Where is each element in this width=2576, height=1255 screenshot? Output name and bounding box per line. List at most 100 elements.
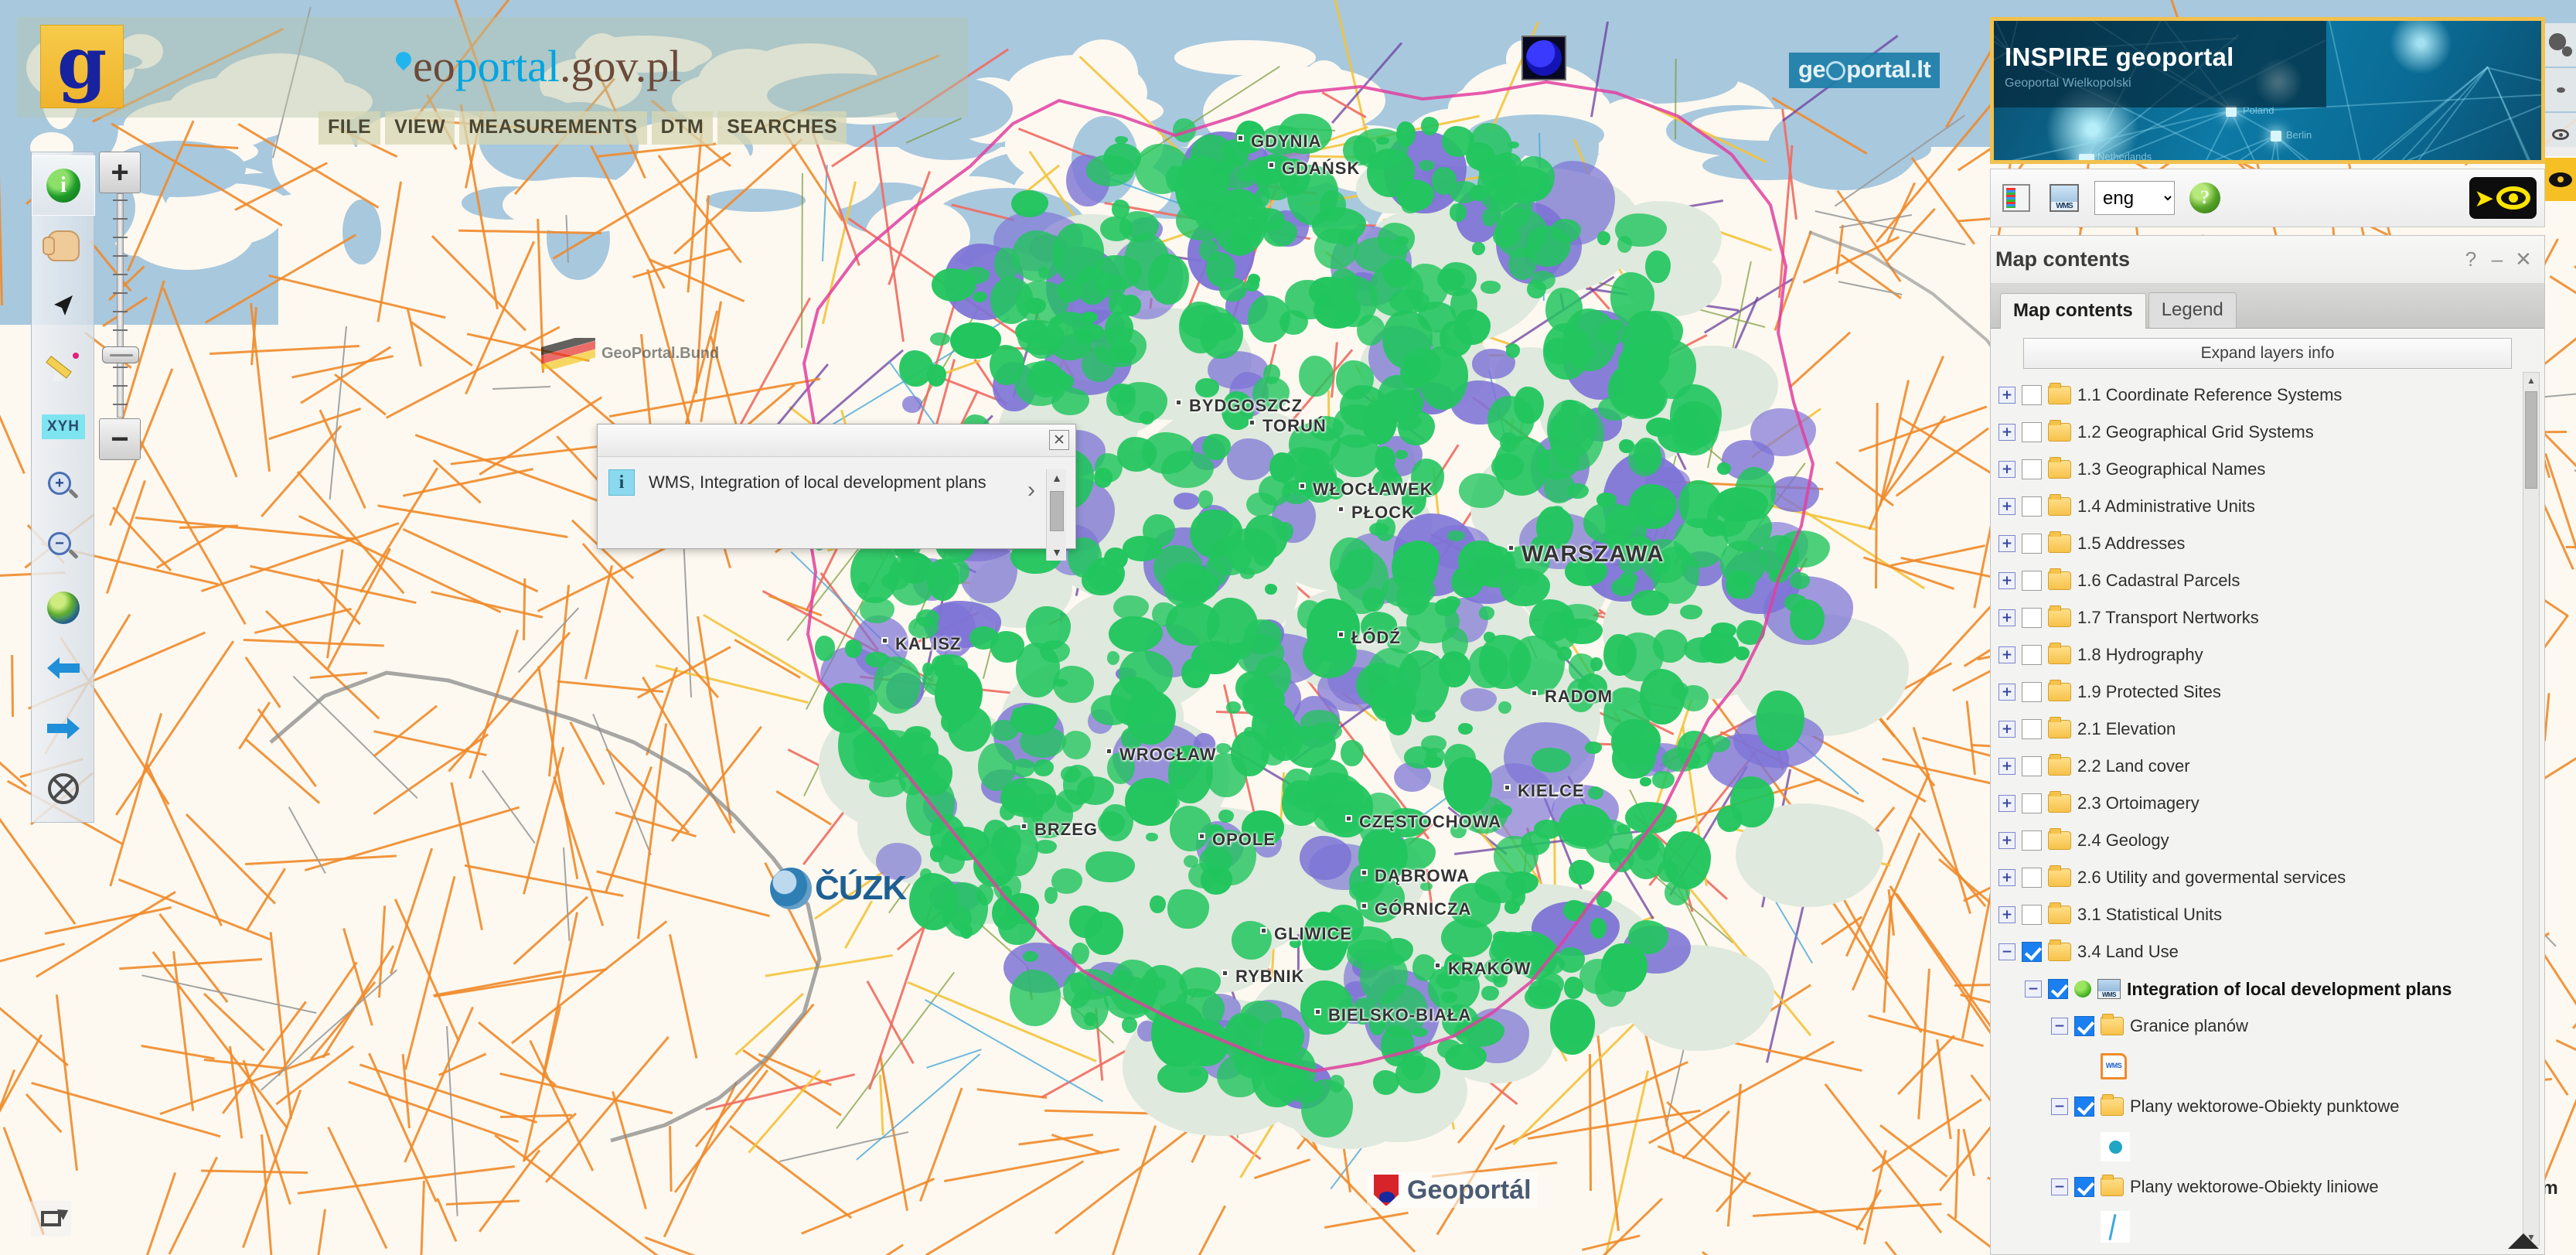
layer-checkbox[interactable]: [2048, 979, 2068, 999]
layer-checkbox[interactable]: [2022, 868, 2042, 888]
expand-icon[interactable]: +: [1998, 721, 2015, 738]
identify-info-tool[interactable]: i: [32, 155, 95, 216]
layer-row[interactable]: −Integration of local development plans: [1998, 970, 2526, 1008]
main-menu-bar[interactable]: FILEVIEWMEASUREMENTSDTMSEARCHES: [319, 111, 847, 145]
previous-extent-tool[interactable]: [32, 638, 95, 698]
layer-checkbox[interactable]: [2022, 645, 2042, 665]
layer-checkbox[interactable]: [2022, 422, 2042, 442]
overview-map-toggle[interactable]: [31, 1201, 71, 1236]
zoom-in-tool[interactable]: +: [32, 457, 95, 517]
map-tools-toolbar[interactable]: i XYH + −: [31, 152, 94, 823]
expand-icon[interactable]: +: [1998, 646, 2015, 663]
layer-checkbox[interactable]: [2074, 1177, 2094, 1197]
layer-row[interactable]: +2.3 Ortoimagery: [1998, 785, 2526, 822]
popup-titlebar[interactable]: ✕: [598, 425, 1075, 457]
scrollbar-thumb[interactable]: [2525, 391, 2537, 489]
expand-icon[interactable]: +: [1998, 387, 2015, 404]
layer-checkbox[interactable]: [2022, 682, 2042, 702]
expand-icon[interactable]: +: [1998, 461, 2015, 478]
expand-icon[interactable]: +: [1998, 795, 2015, 812]
layer-checkbox[interactable]: [2074, 1096, 2094, 1117]
layer-row[interactable]: −Plany wektorowe-Obiekty punktowe: [1998, 1088, 2526, 1125]
layer-row[interactable]: +1.7 Transport Nertworks: [1998, 599, 2526, 636]
zoom-slider[interactable]: + −: [99, 152, 145, 461]
expand-icon[interactable]: +: [1998, 498, 2015, 515]
layer-row[interactable]: +1.2 Geographical Grid Systems: [1998, 414, 2526, 451]
inspire-geoportal-banner[interactable]: Poland Berlin Netherlands INSPIRE geopor…: [1990, 17, 2545, 164]
layer-row[interactable]: +3.1 Statistical Units: [1998, 896, 2526, 933]
expand-icon[interactable]: +: [1998, 906, 2015, 923]
collapse-icon[interactable]: −: [2051, 1018, 2068, 1035]
tab-map-contents[interactable]: Map contents: [2000, 293, 2146, 329]
layer-checkbox[interactable]: [2022, 385, 2042, 405]
minimize-icon[interactable]: –: [2484, 247, 2510, 273]
layer-checkbox[interactable]: [2022, 905, 2042, 925]
settings-button[interactable]: [2545, 23, 2576, 67]
popup-scrollbar[interactable]: ▲ ▼: [1046, 469, 1066, 561]
layer-tree[interactable]: +1.1 Coordinate Reference Systems+1.2 Ge…: [1998, 377, 2526, 1243]
inspire-toolbar[interactable]: engpoldeufra ? ➤: [1990, 169, 2545, 227]
layer-checkbox[interactable]: [2022, 608, 2042, 628]
layer-row[interactable]: +2.2 Land cover: [1998, 748, 2526, 785]
layer-checkbox[interactable]: [2022, 756, 2042, 776]
tab-legend[interactable]: Legend: [2148, 292, 2237, 328]
menu-item-searches[interactable]: SEARCHES: [717, 111, 847, 145]
visibility-button[interactable]: [2545, 158, 2576, 201]
language-select[interactable]: engpoldeufra: [2094, 181, 2175, 215]
geoportal-lt-badge[interactable]: geportal.lt: [1789, 53, 1940, 88]
layer-checkbox[interactable]: [2022, 830, 2042, 851]
scrollbar-thumb[interactable]: [1050, 491, 1064, 531]
layer-row[interactable]: +1.9 Protected Sites: [1998, 674, 2526, 711]
pan-tool[interactable]: [32, 216, 95, 276]
preview-button[interactable]: [2545, 113, 2576, 156]
layer-checkbox[interactable]: [2022, 534, 2042, 554]
globe-marker-icon[interactable]: [1521, 36, 1566, 80]
layer-checkbox[interactable]: [2022, 459, 2042, 479]
collapse-icon[interactable]: −: [1998, 943, 2015, 960]
layer-row[interactable]: −3.4 Land Use: [1998, 933, 2526, 970]
layer-row[interactable]: +1.6 Cadastral Parcels: [1998, 562, 2526, 599]
help-icon[interactable]: ?: [2458, 247, 2484, 273]
clear-tool[interactable]: [32, 759, 95, 819]
expand-icon[interactable]: +: [1998, 758, 2015, 775]
expand-icon[interactable]: +: [1998, 572, 2015, 589]
layer-row[interactable]: +1.8 Hydrography: [1998, 636, 2526, 674]
draw-tool[interactable]: [32, 336, 95, 397]
close-icon[interactable]: ✕: [2510, 247, 2537, 273]
layer-tree-scrollbar[interactable]: ▲ ▼: [2523, 372, 2540, 1246]
collapse-button[interactable]: [2545, 68, 2576, 111]
menu-item-file[interactable]: FILE: [319, 111, 380, 145]
edge-toolbar[interactable]: [2545, 23, 2576, 201]
zoom-in-button[interactable]: +: [99, 152, 141, 193]
layer-row[interactable]: +1.3 Geographical Names: [1998, 451, 2526, 488]
map-contents-tabs[interactable]: Map contentsLegend: [1991, 284, 2544, 329]
zoom-slider-thumb[interactable]: [102, 346, 139, 363]
wms-info-popup[interactable]: ✕ i WMS, Integration of local developmen…: [597, 424, 1076, 549]
layer-checkbox[interactable]: [2022, 496, 2042, 517]
add-wms-button[interactable]: [2046, 180, 2082, 216]
chevron-right-icon[interactable]: ›: [1027, 477, 1035, 503]
scroll-down-icon[interactable]: ▼: [1047, 544, 1067, 561]
collapse-icon[interactable]: −: [2025, 980, 2042, 998]
eye-icon[interactable]: [2496, 186, 2530, 210]
layer-row[interactable]: +1.1 Coordinate Reference Systems: [1998, 377, 2526, 414]
menu-item-view[interactable]: VIEW: [385, 111, 455, 145]
select-tool[interactable]: [32, 276, 95, 336]
scroll-up-icon[interactable]: ▲: [2523, 373, 2539, 388]
layer-checkbox[interactable]: [2074, 1016, 2094, 1036]
zoom-out-tool[interactable]: −: [32, 517, 95, 578]
zoom-slider-track[interactable]: [117, 193, 124, 418]
layer-row[interactable]: −Granice planów: [1998, 1008, 2526, 1045]
map-contents-titlebar[interactable]: Map contents ? – ✕: [1991, 236, 2544, 284]
expand-icon[interactable]: +: [1998, 869, 2015, 886]
expand-icon[interactable]: +: [1998, 832, 2015, 849]
visibility-toggle-group[interactable]: ➤: [2469, 177, 2537, 219]
geoportal-logo[interactable]: g: [40, 25, 124, 108]
layer-checkbox[interactable]: [2022, 571, 2042, 591]
menu-item-dtm[interactable]: DTM: [652, 111, 714, 145]
expand-icon[interactable]: +: [1998, 609, 2015, 626]
full-extent-tool[interactable]: [32, 578, 95, 638]
expand-icon[interactable]: +: [1998, 684, 2015, 701]
collapse-icon[interactable]: −: [2051, 1178, 2068, 1195]
layer-row[interactable]: −Plany wektorowe-Obiekty liniowe: [1998, 1168, 2526, 1206]
